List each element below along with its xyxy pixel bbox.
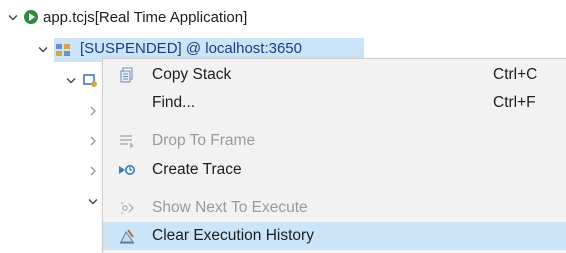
menu-item-shortcut: Ctrl+C xyxy=(493,66,538,83)
expand-chevron-icon[interactable] xyxy=(64,74,78,88)
menu-item-clear-execution-history[interactable]: Clear Execution History xyxy=(103,222,566,250)
menu-item-create-trace[interactable]: Create Trace xyxy=(103,156,566,184)
show-next-icon xyxy=(120,201,134,215)
running-app-icon xyxy=(24,10,38,24)
collapsed-chevron-icon[interactable] xyxy=(86,164,100,178)
collapsed-chevron-icon[interactable] xyxy=(86,104,100,118)
menu-item-label: Clear Execution History xyxy=(152,227,314,244)
menu-item-label: Create Trace xyxy=(152,161,242,178)
menu-item-show-next-to-execute[interactable]: Show Next To Execute xyxy=(103,194,566,222)
context-menu: Copy Stack Ctrl+C Find... Ctrl+F Drop To… xyxy=(102,58,566,253)
copy-stack-icon xyxy=(120,67,133,83)
expand-chevron-icon[interactable] xyxy=(36,43,50,57)
create-trace-icon xyxy=(119,165,135,175)
menu-item-label: Find... xyxy=(152,94,196,111)
tree-item-application[interactable]: app.tcjs[Real Time Application] xyxy=(43,5,247,29)
stack-frame-icon xyxy=(83,74,97,87)
clear-history-icon xyxy=(120,229,134,244)
menu-item-label: Copy Stack xyxy=(152,66,232,83)
collapsed-chevron-icon[interactable] xyxy=(86,134,100,148)
menu-item-copy-stack[interactable]: Copy Stack Ctrl+C xyxy=(103,61,566,89)
expand-chevron-icon[interactable] xyxy=(6,11,20,25)
drop-to-frame-icon xyxy=(120,135,134,148)
menu-item-find[interactable]: Find... Ctrl+F xyxy=(103,89,566,117)
menu-item-shortcut: Ctrl+F xyxy=(493,94,536,111)
suspended-thread-icon xyxy=(56,44,70,56)
tree-item-suspended-thread[interactable]: [SUSPENDED] @ localhost:3650 xyxy=(80,37,302,59)
thread-label: [SUSPENDED] @ localhost:3650 xyxy=(80,39,302,57)
expand-chevron-icon[interactable] xyxy=(86,195,100,209)
application-label: app.tcjs[Real Time Application] xyxy=(43,8,248,26)
menu-item-label: Show Next To Execute xyxy=(152,199,308,216)
menu-item-label: Drop To Frame xyxy=(152,132,256,149)
menu-item-drop-to-frame[interactable]: Drop To Frame xyxy=(103,127,566,155)
